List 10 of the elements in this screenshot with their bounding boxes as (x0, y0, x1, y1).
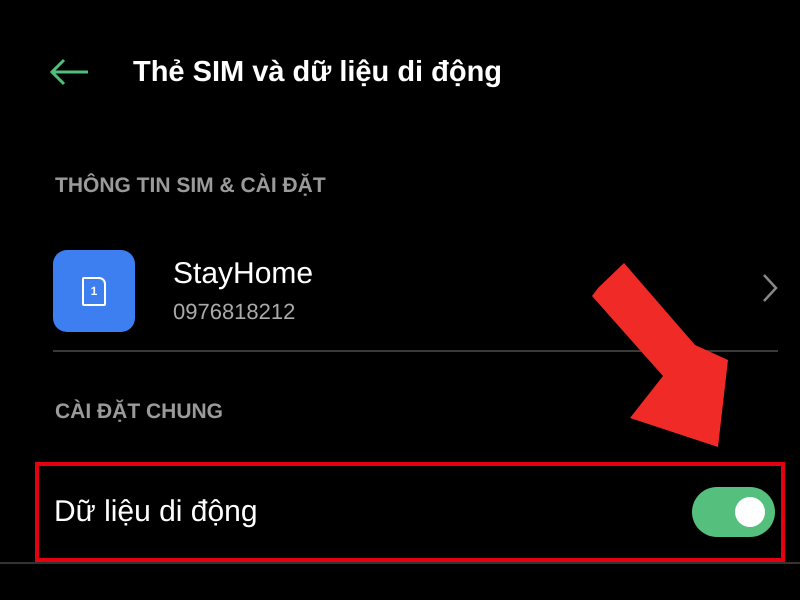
setting-label: Dữ liệu di động (54, 495, 259, 529)
toggle-switch[interactable] (692, 487, 775, 537)
phone-number: 0976818212 (173, 299, 296, 325)
sim-card-icon: 1 (53, 250, 135, 332)
back-arrow-icon[interactable] (48, 57, 90, 87)
section-header: THÔNG TIN SIM & CÀI ĐẶT (54, 174, 327, 198)
chevron-right-icon[interactable] (762, 273, 778, 303)
sim-name[interactable]: StayHome (173, 257, 762, 291)
screen-title: Thẻ SIM và dữ liệu di động (133, 56, 502, 88)
section-header: CÀI ĐẶT CHUNG (54, 400, 224, 424)
